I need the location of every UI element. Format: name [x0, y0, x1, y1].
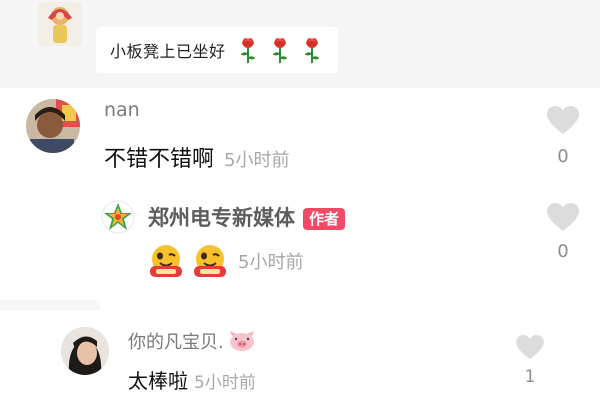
avatar-image-icon — [61, 327, 109, 375]
emoji-sticker-icon — [150, 245, 182, 277]
reply-username-text: 郑州电专新媒体 — [148, 206, 295, 230]
reply-text: 小板凳上已坐好 — [110, 42, 226, 61]
like-count: 0 — [557, 146, 569, 167]
reply-username[interactable]: 你的凡宝贝. — [128, 328, 256, 354]
avatar[interactable] — [101, 200, 135, 234]
rose-icon — [304, 38, 319, 63]
reply-text: 太棒啦 5小时前 — [128, 365, 256, 394]
reply-bubble[interactable]: 小板凳上已坐好 — [96, 27, 338, 73]
avatar-image-icon — [38, 2, 82, 46]
reply-username[interactable]: 郑州电专新媒体 作者 — [148, 202, 346, 232]
comment-username[interactable]: nan — [104, 99, 140, 121]
comment-body: 不错不错啊 — [104, 147, 215, 172]
rose-icon — [272, 38, 287, 63]
avatar[interactable] — [61, 327, 109, 375]
like-count: 1 — [524, 367, 536, 387]
like-button[interactable]: 0 — [547, 106, 579, 167]
emoji-sticker-icon — [194, 245, 226, 277]
reply-time: 5小时前 — [238, 252, 304, 273]
avatar-image-icon — [26, 99, 80, 153]
reply-time: 5小时前 — [194, 373, 256, 393]
heart-icon — [516, 335, 544, 360]
logo-star-icon — [101, 200, 135, 234]
like-button[interactable]: 0 — [547, 203, 579, 262]
reply-username-text: 你的凡宝贝. — [128, 332, 224, 353]
like-count: 0 — [557, 241, 569, 262]
reply-body: 太棒啦 — [128, 369, 188, 393]
rose-icon — [240, 38, 255, 63]
avatar[interactable] — [26, 99, 80, 153]
heart-icon — [547, 106, 579, 134]
author-badge: 作者 — [303, 208, 346, 230]
comment-text: 不错不错啊 5小时前 — [104, 141, 289, 173]
avatar[interactable] — [38, 2, 82, 46]
comment-time: 5小时前 — [224, 150, 290, 171]
heart-icon — [547, 203, 579, 231]
like-button[interactable]: 1 — [516, 335, 544, 387]
reply-content: 5小时前 — [148, 243, 303, 279]
pig-icon — [229, 331, 254, 351]
